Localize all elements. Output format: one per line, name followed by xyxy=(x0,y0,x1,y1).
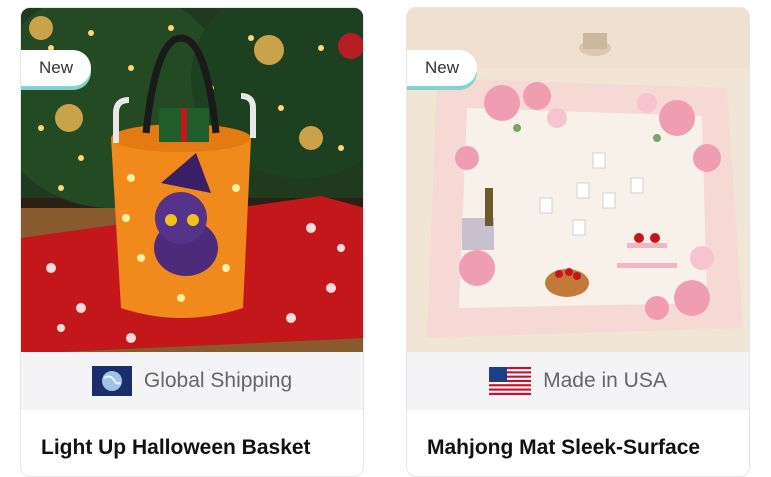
new-badge: New xyxy=(21,50,91,86)
product-card[interactable]: New Global Shipping Light Up Halloween B… xyxy=(20,7,364,477)
shipping-banner: Made in USA xyxy=(407,352,749,410)
shipping-banner: Global Shipping xyxy=(21,352,363,410)
product-title[interactable]: Mahjong Mat Sleek-Surface xyxy=(427,436,700,460)
usa-flag-icon xyxy=(489,367,532,395)
product-card[interactable]: New Made in USA Mahjong Mat Sleek-Surfac… xyxy=(406,7,750,477)
shipping-label: Made in USA xyxy=(543,369,667,392)
new-badge: New xyxy=(407,50,477,86)
globe-icon xyxy=(91,366,132,396)
product-title[interactable]: Light Up Halloween Basket xyxy=(41,436,311,460)
shipping-label: Global Shipping xyxy=(143,369,293,392)
